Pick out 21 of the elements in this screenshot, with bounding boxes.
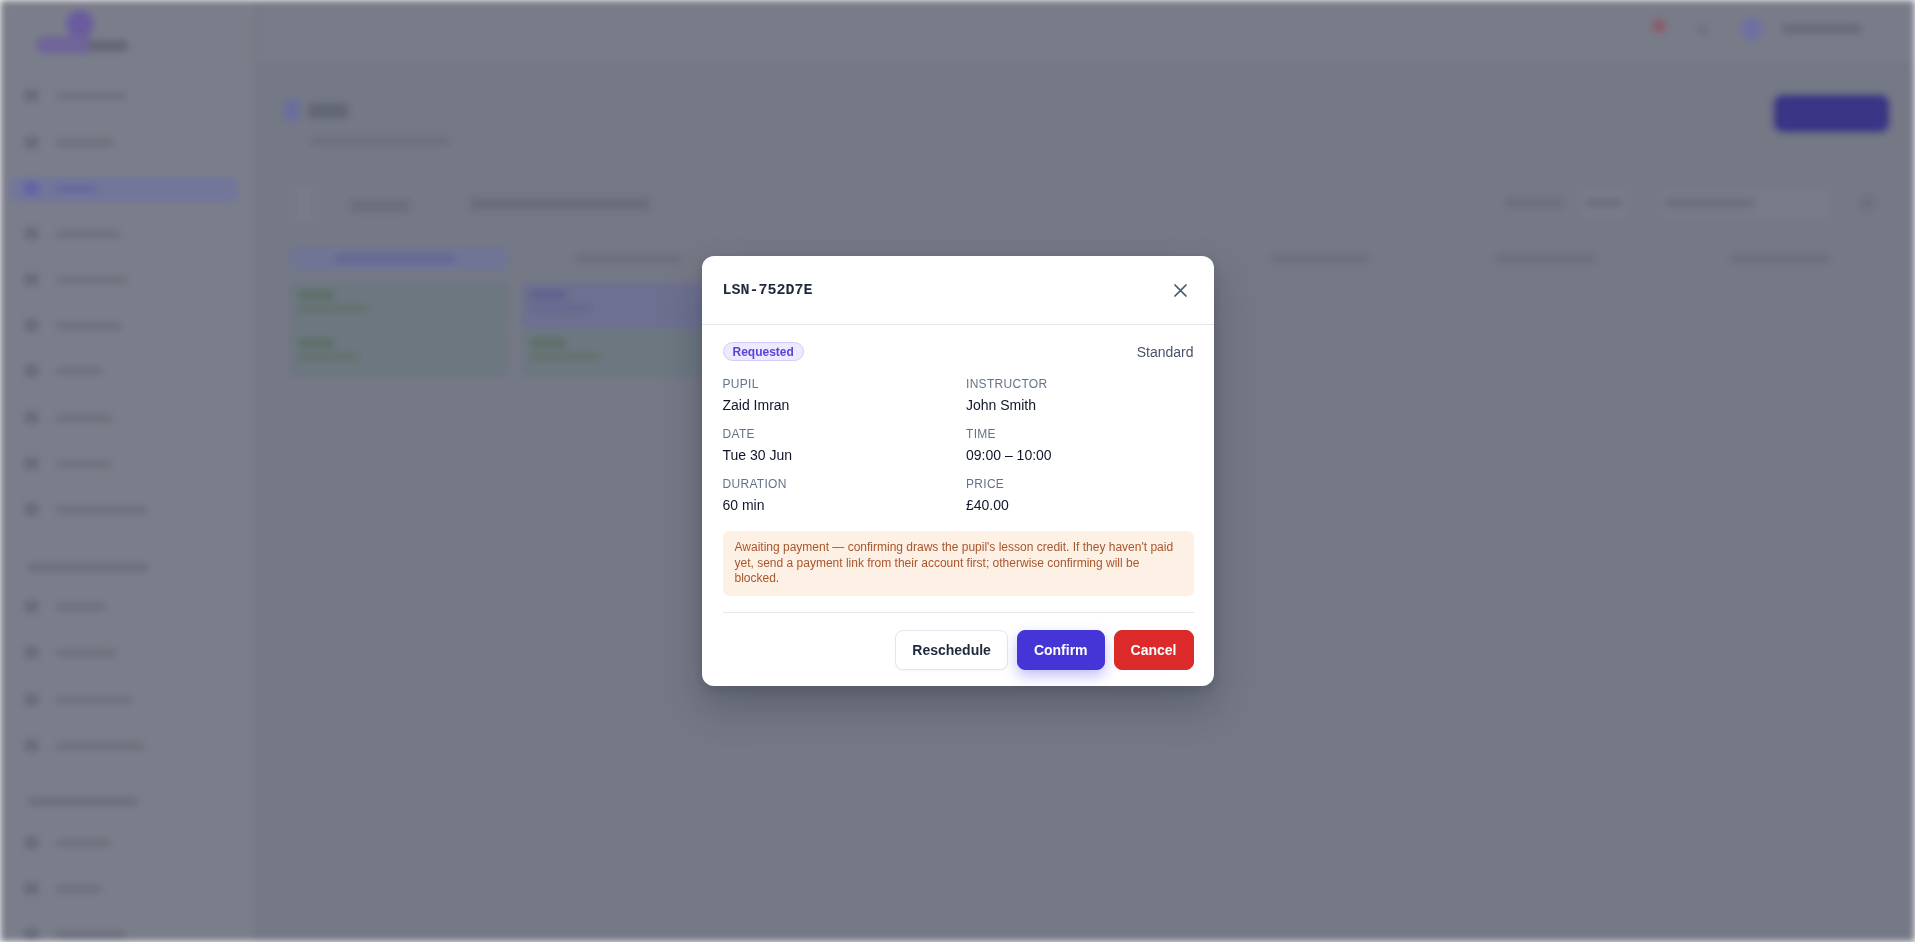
dialog-title: LSN-752D7E — [722, 281, 813, 299]
lesson-type: Standard — [1136, 343, 1194, 360]
cancel-button[interactable]: Cancel — [1113, 629, 1194, 670]
field-value: Tue 30 Jun — [722, 446, 794, 466]
payment-notice: Awaiting payment — confirming draws the pupil's lesson credit. If they haven't paid yet, send a payment link from their account first; otherwise confirming will be blocked. — [722, 531, 1194, 596]
field-label: DATE — [722, 427, 756, 443]
field-label: PUPIL — [722, 377, 760, 393]
field-value: 09:00 – 10:00 — [966, 446, 1053, 466]
close-button[interactable] — [1173, 283, 1187, 297]
field-value: Zaid Imran — [722, 396, 791, 416]
field-label: DURATION — [722, 477, 788, 493]
field-label: TIME — [966, 427, 997, 443]
reschedule-button[interactable]: Reschedule — [895, 629, 1008, 670]
field-value: £40.00 — [966, 496, 1010, 516]
field-value: 60 min — [722, 496, 766, 516]
close-icon — [1173, 283, 1187, 297]
field-label: INSTRUCTOR — [966, 377, 1049, 393]
field-label: PRICE — [966, 477, 1006, 493]
status-badge: Requested — [722, 342, 804, 362]
confirm-button[interactable]: Confirm — [1016, 629, 1105, 670]
field-value: John Smith — [966, 396, 1038, 416]
